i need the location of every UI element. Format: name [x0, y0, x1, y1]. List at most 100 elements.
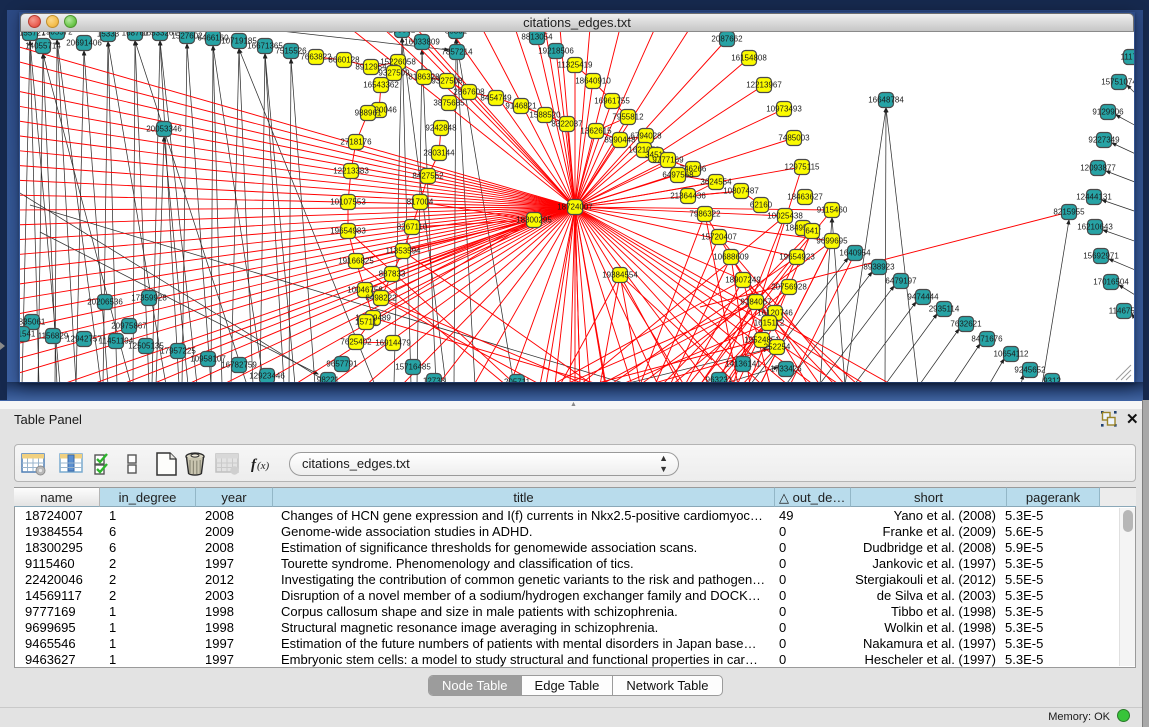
svg-text:9242848: 9242848 — [425, 124, 457, 133]
svg-text:14055714: 14055714 — [25, 42, 61, 51]
svg-text:9227349: 9227349 — [1088, 136, 1120, 145]
svg-text:205711: 205711 — [504, 378, 531, 383]
svg-text:7857214: 7857214 — [441, 48, 473, 57]
svg-text:20206536: 20206536 — [87, 298, 123, 307]
svg-text:16914479: 16914479 — [375, 339, 411, 348]
svg-text:7955812: 7955812 — [612, 113, 644, 122]
svg-text:8267110: 8267110 — [397, 223, 428, 232]
svg-text:1146753: 1146753 — [1109, 307, 1134, 316]
svg-text:8938923: 8938923 — [863, 263, 895, 272]
svg-text:9327508: 9327508 — [431, 77, 463, 86]
svg-text:17359928: 17359928 — [131, 294, 167, 303]
svg-text:963231: 963231 — [706, 376, 733, 383]
svg-text:15716485: 15716485 — [395, 363, 431, 372]
svg-text:252254: 252254 — [764, 343, 791, 352]
svg-text:62160: 62160 — [750, 201, 773, 210]
svg-text:21364436: 21364436 — [670, 192, 706, 201]
svg-text:1615112: 1615112 — [754, 319, 785, 328]
svg-text:1588520: 1588520 — [529, 111, 561, 120]
svg-text:16961755: 16961755 — [594, 97, 630, 106]
svg-text:20975867: 20975867 — [111, 322, 147, 331]
svg-text:12942757: 12942757 — [66, 335, 102, 344]
svg-text:10807487: 10807487 — [723, 187, 759, 196]
svg-text:15333: 15333 — [97, 32, 120, 39]
svg-text:7986322: 7986322 — [689, 210, 721, 219]
svg-text:10973493: 10973493 — [766, 105, 802, 114]
svg-text:19384554: 19384554 — [602, 271, 638, 280]
svg-text:16154808: 16154808 — [731, 54, 767, 63]
svg-text:12923446: 12923446 — [249, 372, 285, 381]
svg-text:9129906: 9129906 — [1092, 108, 1124, 117]
svg-text:9657791: 9657791 — [326, 360, 358, 369]
svg-text:9245652: 9245652 — [1014, 366, 1046, 375]
svg-text:16782759: 16782759 — [221, 361, 257, 370]
svg-text:2935114: 2935114 — [929, 305, 960, 314]
svg-text:9699695: 9699695 — [816, 237, 848, 246]
svg-text:12213967: 12213967 — [746, 81, 782, 90]
svg-text:641: 641 — [805, 227, 819, 236]
svg-text:1156829: 1156829 — [38, 332, 69, 341]
svg-text:10107553: 10107553 — [330, 198, 366, 207]
svg-text:1362615: 1362615 — [580, 127, 612, 136]
svg-text:6479197: 6479197 — [885, 277, 917, 286]
svg-text:19654983: 19654983 — [330, 227, 366, 236]
svg-text:8813054: 8813054 — [521, 33, 553, 42]
svg-text:98221: 98221 — [317, 376, 340, 383]
svg-text:8215955: 8215955 — [1053, 208, 1085, 217]
svg-text:7632621: 7632621 — [950, 320, 982, 329]
svg-text:10654112: 10654112 — [994, 350, 1030, 359]
svg-text:6794028: 6794028 — [630, 132, 662, 141]
svg-text:988961: 988961 — [355, 109, 382, 118]
svg-text:16033809: 16033809 — [404, 38, 440, 47]
svg-text:11325419: 11325419 — [558, 61, 594, 70]
svg-text:(x): (x) — [257, 460, 270, 472]
svg-text:8322037: 8322037 — [551, 120, 583, 129]
svg-text:391541: 391541 — [20, 330, 36, 339]
svg-text:7485003: 7485003 — [778, 134, 810, 143]
svg-text:10025438: 10025438 — [767, 212, 803, 221]
svg-text:12733: 12733 — [423, 377, 446, 383]
svg-text:15751074: 15751074 — [1101, 78, 1134, 87]
svg-text:1905572: 1905572 — [41, 32, 73, 37]
svg-text:85331: 85331 — [445, 32, 468, 36]
svg-text:12093877: 12093877 — [1080, 164, 1116, 173]
svg-text:835061: 835061 — [20, 318, 46, 327]
svg-text:9184067: 9184067 — [740, 298, 772, 307]
svg-text:9327509: 9327509 — [378, 69, 410, 78]
svg-text:8427552: 8427552 — [412, 172, 444, 181]
svg-text:9777169: 9777169 — [652, 156, 684, 165]
svg-text:18640910: 18640910 — [575, 77, 611, 86]
svg-text:11353594: 11353594 — [386, 247, 422, 256]
svg-text:20691406: 20691406 — [66, 39, 102, 48]
svg-text:18300295: 18300295 — [516, 216, 552, 225]
svg-text:15720407: 15720407 — [701, 233, 737, 242]
svg-text:12975115: 12975115 — [785, 163, 821, 172]
svg-text:6497568: 6497568 — [662, 171, 694, 180]
svg-text:12444131: 12444131 — [1076, 193, 1112, 202]
svg-text:9312: 9312 — [1043, 377, 1061, 383]
svg-text:20053346: 20053346 — [146, 125, 182, 134]
svg-text:14136141: 14136141 — [725, 360, 761, 369]
svg-text:18907249: 18907249 — [725, 276, 761, 285]
svg-text:7625402: 7625402 — [340, 338, 372, 347]
svg-text:20756928: 20756928 — [771, 283, 807, 292]
svg-text:19166825: 19166825 — [338, 257, 374, 266]
svg-text:19218506: 19218506 — [538, 47, 574, 56]
svg-text:3624554: 3624554 — [700, 178, 732, 187]
svg-text:15692971: 15692971 — [1083, 252, 1119, 261]
svg-text:10688609: 10688609 — [713, 253, 749, 262]
svg-text:6498222: 6498222 — [365, 294, 397, 303]
svg-text:15711: 15711 — [355, 318, 377, 327]
svg-text:8471676: 8471676 — [971, 335, 1003, 344]
svg-text:17016504: 17016504 — [1093, 278, 1129, 287]
svg-text:16648784: 16648784 — [868, 96, 904, 105]
svg-text:9474444: 9474444 — [907, 293, 939, 302]
svg-text:12505135: 12505135 — [128, 342, 164, 351]
svg-text:2803144: 2803144 — [423, 149, 455, 158]
svg-text:7663822: 7663822 — [300, 53, 332, 62]
svg-text:18724007: 18724007 — [557, 203, 593, 212]
svg-text:887833: 887833 — [379, 270, 406, 279]
svg-text:9146821: 9146821 — [505, 102, 537, 111]
svg-text:18463627: 18463627 — [787, 193, 823, 202]
svg-text:1733426: 1733426 — [770, 365, 802, 374]
